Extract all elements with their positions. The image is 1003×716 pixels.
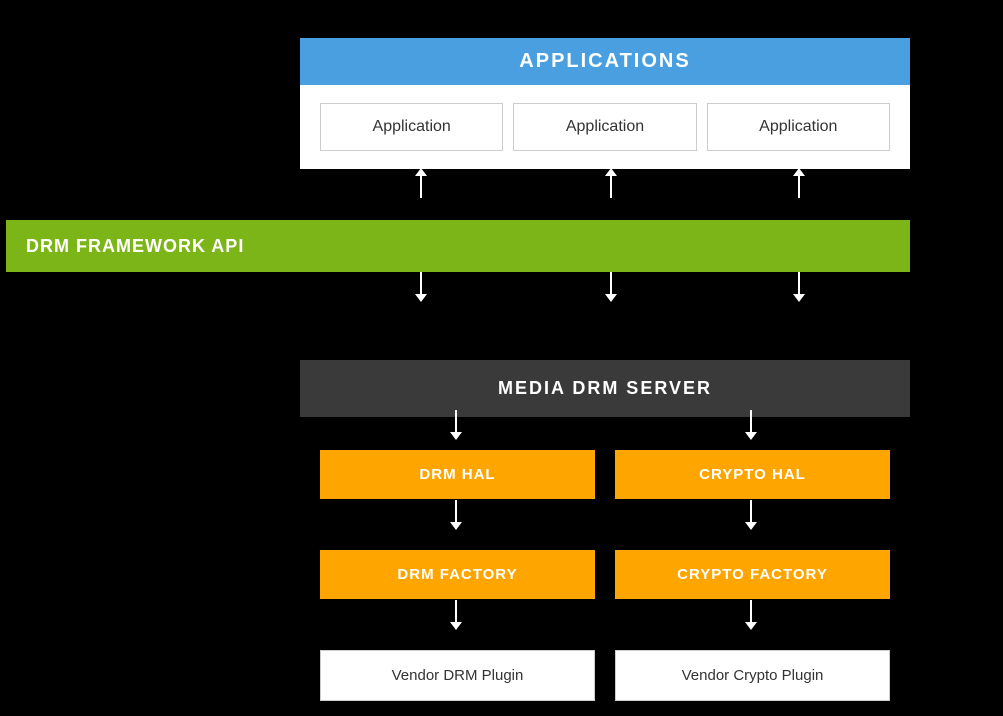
arrow-hal-to-factory-right <box>745 500 757 530</box>
crypto-factory-box: CRYPTO FACTORY <box>615 550 890 599</box>
vendor-row: Vendor DRM Plugin Vendor Crypto Plugin <box>300 650 910 701</box>
drm-factory-box: DRM FACTORY <box>320 550 595 599</box>
arrow-factory-to-vendor-right <box>745 600 757 630</box>
applications-body: Application Application Application <box>300 85 910 169</box>
arrow-down-right <box>793 272 805 302</box>
arrow-up-middle <box>605 168 617 198</box>
vendor-crypto-plugin-box: Vendor Crypto Plugin <box>615 650 890 701</box>
app-box-2: Application <box>513 103 696 151</box>
drm-framework-label: DRM FRAMEWORK API <box>26 236 244 257</box>
arrow-down-left <box>415 272 427 302</box>
arrow-down-middle <box>605 272 617 302</box>
arrow-hal-to-factory-left <box>450 500 462 530</box>
diagram-container: APPLICATIONS Application Application App… <box>0 20 1003 716</box>
app-box-3: Application <box>707 103 890 151</box>
vendor-drm-plugin-box: Vendor DRM Plugin <box>320 650 595 701</box>
drm-framework-notch <box>595 245 623 261</box>
crypto-hal-box: CRYPTO HAL <box>615 450 890 499</box>
app-box-1: Application <box>320 103 503 151</box>
drm-hal-box: DRM HAL <box>320 450 595 499</box>
factory-row: DRM FACTORY CRYPTO FACTORY <box>300 550 910 599</box>
arrow-server-to-hal-left <box>450 410 462 440</box>
arrow-up-right <box>793 168 805 198</box>
media-drm-server: MEDIA DRM SERVER <box>300 360 910 417</box>
hal-row: DRM HAL CRYPTO HAL <box>300 450 910 499</box>
arrow-up-left <box>415 168 427 198</box>
applications-block: APPLICATIONS Application Application App… <box>300 38 910 169</box>
arrow-server-to-hal-right <box>745 410 757 440</box>
applications-header: APPLICATIONS <box>300 38 910 85</box>
drm-framework-bar: DRM FRAMEWORK API <box>6 220 910 272</box>
arrow-factory-to-vendor-left <box>450 600 462 630</box>
